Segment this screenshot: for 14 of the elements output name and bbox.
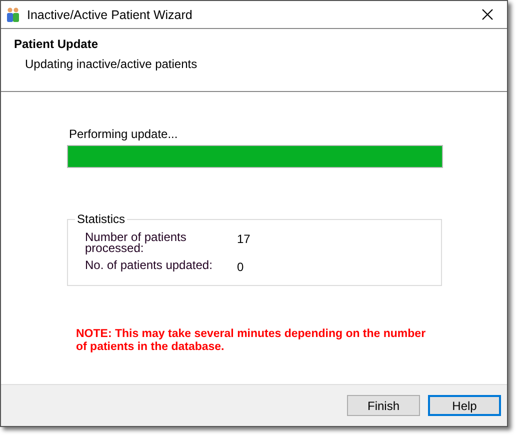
dialog-button[interactable]: Help bbox=[428, 395, 501, 416]
dialog-button[interactable]: Finish bbox=[347, 395, 420, 416]
group-title: Statistics bbox=[76, 212, 126, 226]
header-title: Patient Update bbox=[14, 37, 100, 51]
header-subtitle: Updating inactive/active patients bbox=[25, 57, 198, 71]
statistic-label: Number of patients processed: bbox=[85, 232, 188, 254]
statistic-value: 0 bbox=[237, 260, 244, 274]
note-text: NOTE: This may take several minutes depending on the number of patients in the database. bbox=[76, 328, 426, 354]
close-icon bbox=[482, 9, 492, 20]
statistic-label: No. of patients updated: bbox=[85, 260, 214, 274]
progress-label: Performing update... bbox=[69, 127, 179, 141]
window-title: Inactive/Active Patient Wizard bbox=[27, 8, 194, 22]
statistic-value: 17 bbox=[237, 232, 250, 248]
people-icon bbox=[5, 6, 21, 22]
